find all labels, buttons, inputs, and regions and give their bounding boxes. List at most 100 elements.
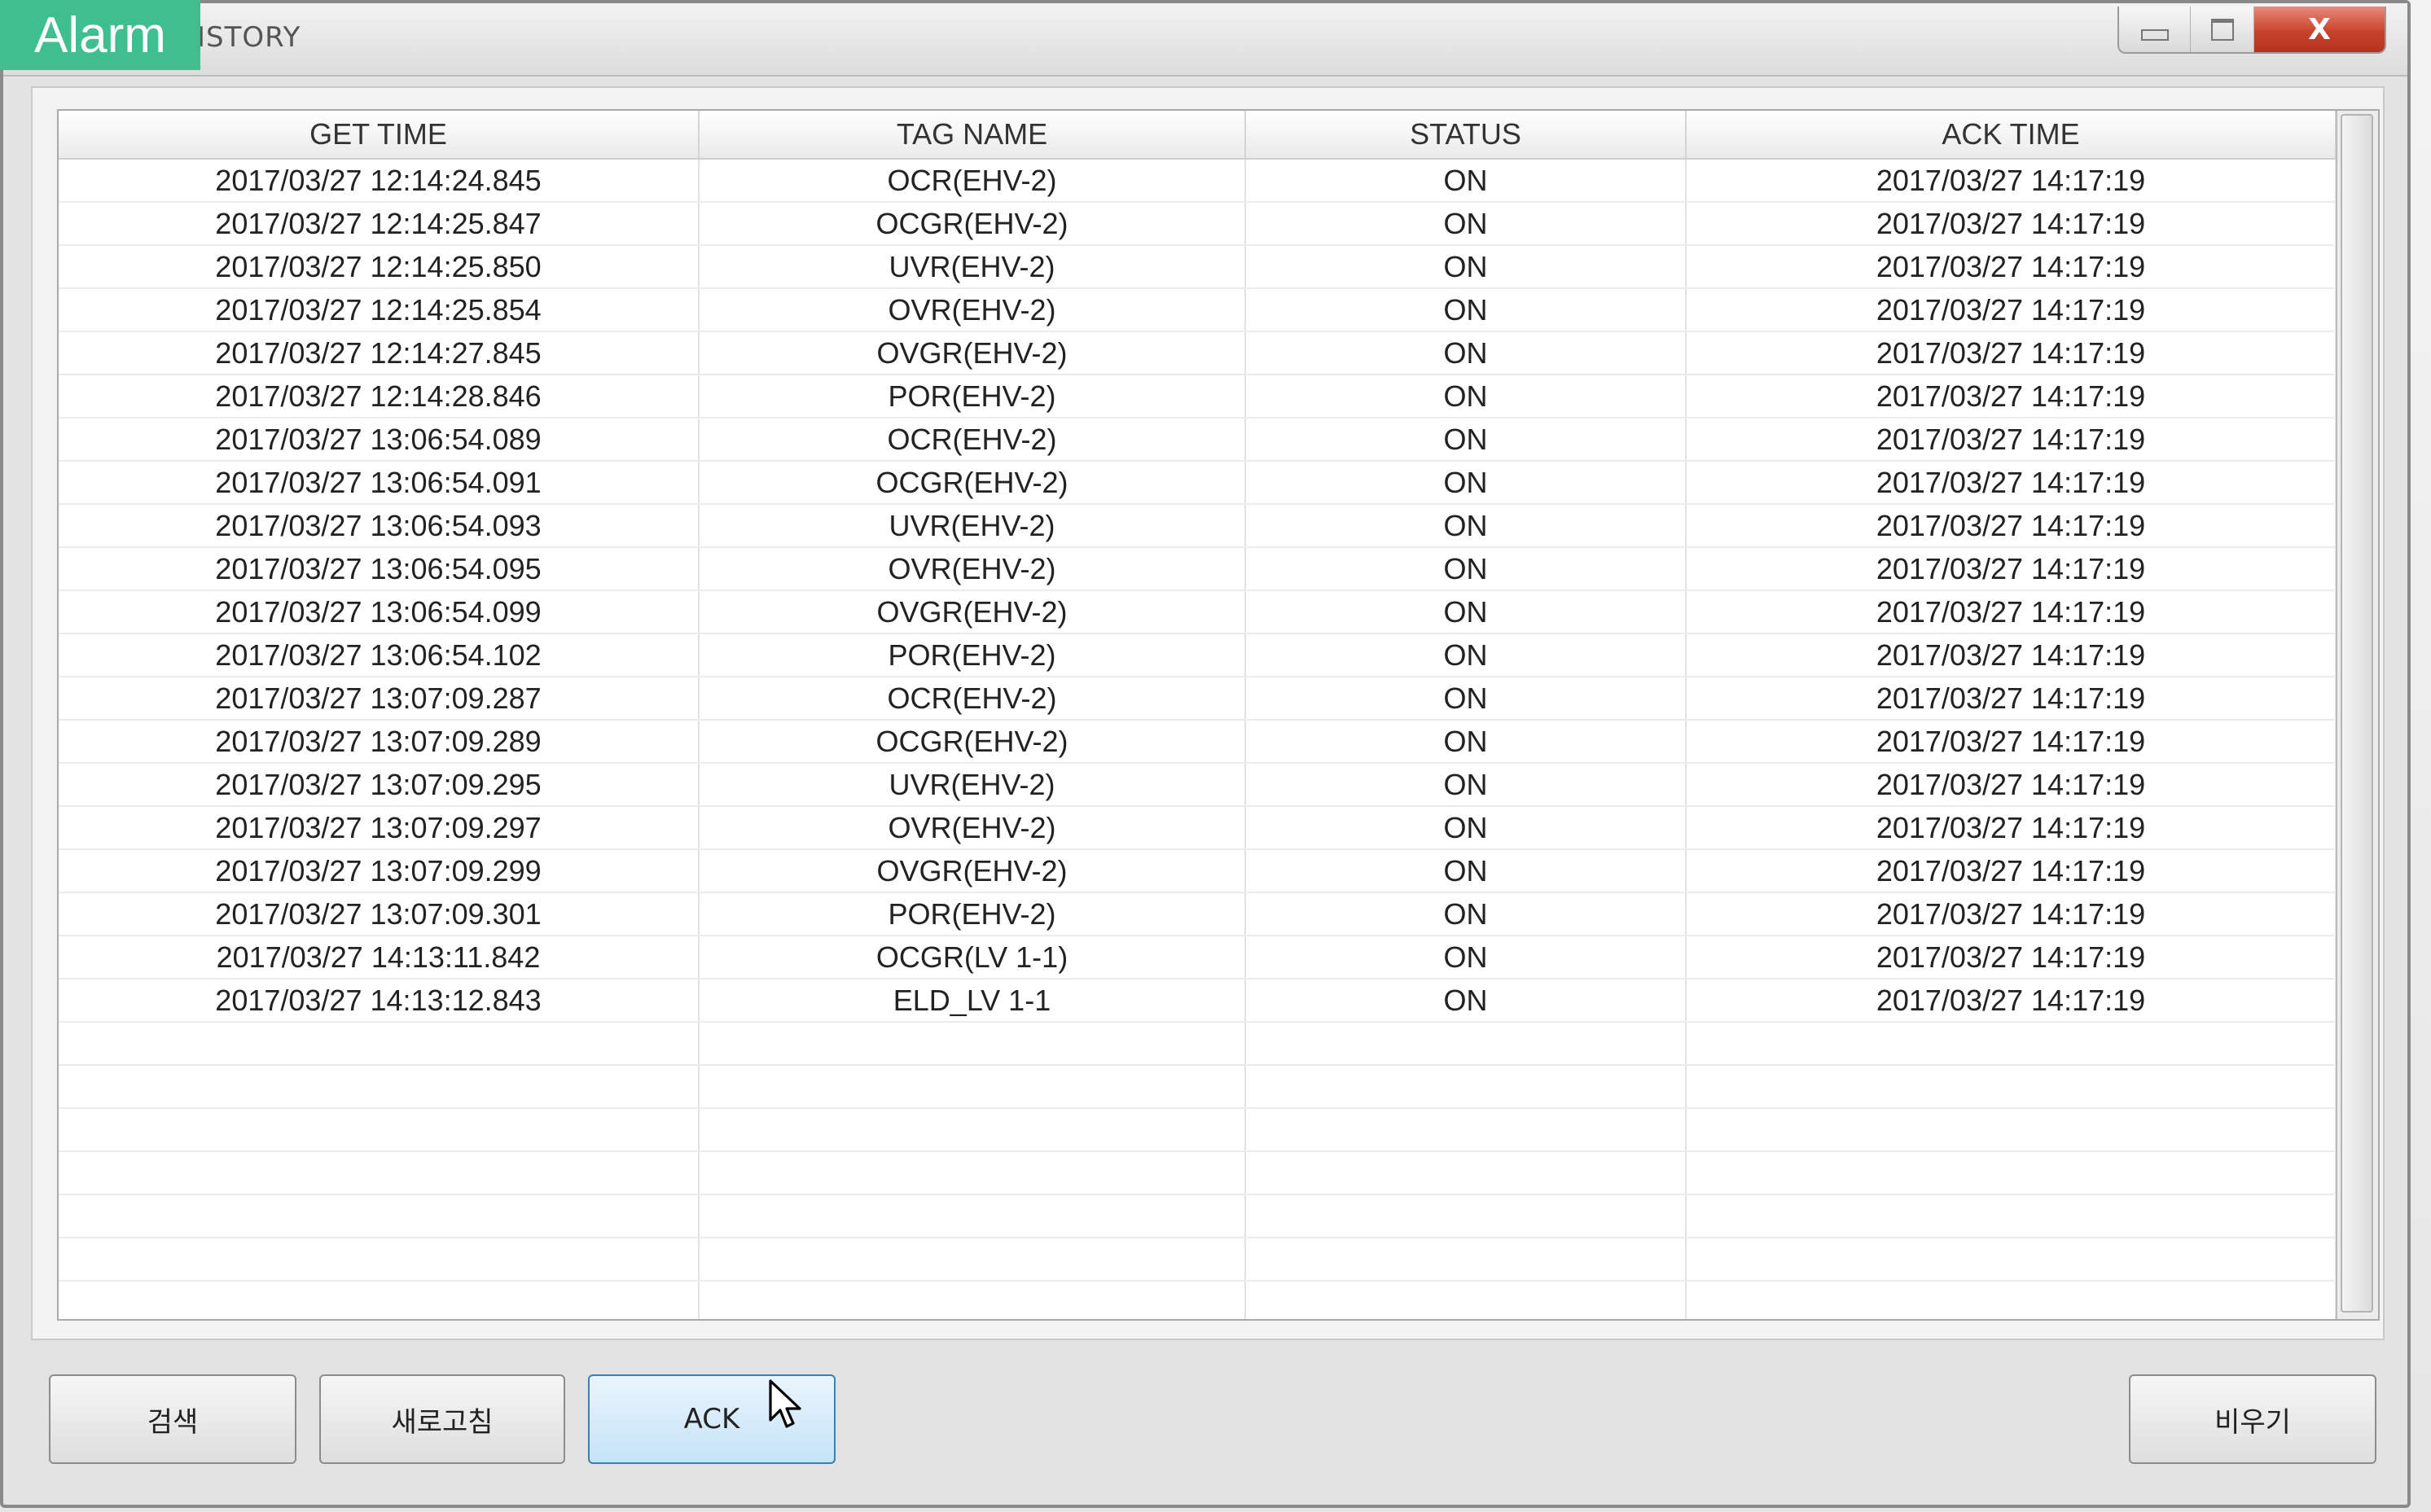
empty-cell xyxy=(59,1022,700,1066)
alarm-table: GET TIME TAG NAME STATUS ACK TIME 2017/0… xyxy=(59,111,2337,1319)
status-cell: ON xyxy=(1245,763,1687,807)
empty-cell xyxy=(1245,1281,1687,1319)
empty-cell xyxy=(1245,1065,1687,1109)
empty-cell xyxy=(1245,1238,1687,1282)
empty-cell xyxy=(59,1065,700,1109)
empty-table-row xyxy=(59,1238,2337,1282)
get-time-cell: 2017/03/27 13:07:09.297 xyxy=(59,806,700,850)
table-row[interactable]: 2017/03/27 14:13:11.842 OCGR(LV 1-1) ON 201… xyxy=(59,936,2337,980)
status-cell: ON xyxy=(1245,159,1687,203)
empty-cell xyxy=(59,1238,700,1282)
table-row[interactable]: 2017/03/27 12:14:28.846 POR(EHV-2) ON 2017/… xyxy=(59,375,2337,419)
tag-name-cell: OVR(EHV-2) xyxy=(699,806,1246,850)
window-title: ISTORY xyxy=(197,21,301,54)
minimize-icon xyxy=(2140,29,2169,41)
table-row[interactable]: 2017/03/27 13:07:09.299 OVGR(EHV-2) ON 2017… xyxy=(59,849,2337,893)
table-row[interactable]: 2017/03/27 13:07:09.287 OCR(EHV-2) ON 2017/… xyxy=(59,677,2337,721)
table-row[interactable]: 2017/03/27 12:14:24.845 OCR(EHV-2) ON 2017/… xyxy=(59,159,2337,203)
get-time-cell: 2017/03/27 13:06:54.093 xyxy=(59,504,700,548)
empty-table-row xyxy=(59,1281,2337,1319)
title-bar[interactable]: ISTORY X xyxy=(3,3,2407,77)
status-cell: ON xyxy=(1245,202,1687,246)
table-row[interactable]: 2017/03/27 13:07:09.297 OVR(EHV-2) ON 2017/… xyxy=(59,806,2337,850)
status-cell: ON xyxy=(1245,806,1687,850)
table-row[interactable]: 2017/03/27 13:07:09.289 OCGR(EHV-2) ON 2017… xyxy=(59,720,2337,764)
minimize-button[interactable] xyxy=(2119,7,2191,52)
ack-time-cell: 2017/03/27 14:17:19 xyxy=(1686,677,2337,721)
column-header-status[interactable]: STATUS xyxy=(1245,111,1687,160)
column-header-ack-time[interactable]: ACK TIME xyxy=(1686,111,2337,160)
empty-cell xyxy=(59,1108,700,1152)
ack-time-cell: 2017/03/27 14:17:19 xyxy=(1686,461,2337,505)
ack-time-cell: 2017/03/27 14:17:19 xyxy=(1686,590,2337,634)
refresh-button[interactable]: 새로고침 xyxy=(319,1374,565,1464)
empty-table-row xyxy=(59,1151,2337,1195)
empty-cell xyxy=(1686,1022,2337,1066)
clear-button[interactable]: 비우기 xyxy=(2129,1374,2376,1464)
mouse-cursor-icon xyxy=(769,1379,801,1428)
table-row[interactable]: 2017/03/27 12:14:25.854 OVR(EHV-2) ON 2017/… xyxy=(59,288,2337,332)
tag-name-cell: OVR(EHV-2) xyxy=(699,547,1246,591)
table-row[interactable]: 2017/03/27 13:06:54.091 OCGR(EHV-2) ON 2017… xyxy=(59,461,2337,505)
get-time-cell: 2017/03/27 13:06:54.102 xyxy=(59,633,700,677)
ack-time-cell: 2017/03/27 14:17:19 xyxy=(1686,245,2337,289)
ack-time-cell: 2017/03/27 14:17:19 xyxy=(1686,288,2337,332)
table-row[interactable]: 2017/03/27 13:06:54.102 POR(EHV-2) ON 2017/… xyxy=(59,633,2337,677)
tag-name-cell: POR(EHV-2) xyxy=(699,892,1246,936)
table-row[interactable]: 2017/03/27 14:13:12.843 ELD_LV 1-1 ON 2017/… xyxy=(59,979,2337,1023)
window-controls: X xyxy=(2117,7,2386,54)
get-time-cell: 2017/03/27 13:07:09.289 xyxy=(59,720,700,764)
ack-time-cell: 2017/03/27 14:17:19 xyxy=(1686,504,2337,548)
empty-cell xyxy=(1686,1238,2337,1282)
empty-cell xyxy=(1686,1194,2337,1238)
tag-name-cell: OCGR(LV 1-1) xyxy=(699,936,1246,980)
get-time-cell: 2017/03/27 12:14:27.845 xyxy=(59,331,700,375)
get-time-cell: 2017/03/27 13:06:54.099 xyxy=(59,590,700,634)
tag-name-cell: OVGR(EHV-2) xyxy=(699,590,1246,634)
close-button[interactable]: X xyxy=(2254,7,2385,52)
table-row[interactable]: 2017/03/27 13:06:54.089 OCR(EHV-2) ON 2017/… xyxy=(59,418,2337,462)
tag-name-cell: OCR(EHV-2) xyxy=(699,159,1246,203)
maximize-button[interactable] xyxy=(2191,7,2254,52)
column-header-tag-name[interactable]: TAG NAME xyxy=(699,111,1246,160)
content-panel: GET TIME TAG NAME STATUS ACK TIME 2017/0… xyxy=(31,86,2385,1340)
empty-cell xyxy=(699,1281,1246,1319)
get-time-cell: 2017/03/27 13:06:54.095 xyxy=(59,547,700,591)
status-cell: ON xyxy=(1245,849,1687,893)
empty-cell xyxy=(1245,1151,1687,1195)
get-time-cell: 2017/03/27 12:14:28.846 xyxy=(59,375,700,419)
table-row[interactable]: 2017/03/27 13:06:54.093 UVR(EHV-2) ON 2017/… xyxy=(59,504,2337,548)
table-row[interactable]: 2017/03/27 13:07:09.301 POR(EHV-2) ON 2017/… xyxy=(59,892,2337,936)
empty-cell xyxy=(1245,1194,1687,1238)
search-button[interactable]: 검색 xyxy=(49,1374,296,1464)
column-header-get-time[interactable]: GET TIME xyxy=(59,111,700,160)
ack-time-cell: 2017/03/27 14:17:19 xyxy=(1686,720,2337,764)
status-cell: ON xyxy=(1245,720,1687,764)
tag-name-cell: OCGR(EHV-2) xyxy=(699,461,1246,505)
tag-name-cell: UVR(EHV-2) xyxy=(699,763,1246,807)
get-time-cell: 2017/03/27 12:14:25.847 xyxy=(59,202,700,246)
get-time-cell: 2017/03/27 13:07:09.301 xyxy=(59,892,700,936)
get-time-cell: 2017/03/27 13:07:09.299 xyxy=(59,849,700,893)
table-header-row: GET TIME TAG NAME STATUS ACK TIME xyxy=(59,111,2337,160)
get-time-cell: 2017/03/27 13:06:54.089 xyxy=(59,418,700,462)
alarm-grid: GET TIME TAG NAME STATUS ACK TIME 2017/0… xyxy=(57,109,2380,1321)
close-icon: X xyxy=(2308,12,2331,46)
status-cell: ON xyxy=(1245,461,1687,505)
status-cell: ON xyxy=(1245,677,1687,721)
get-time-cell: 2017/03/27 12:14:24.845 xyxy=(59,159,700,203)
ack-time-cell: 2017/03/27 14:17:19 xyxy=(1686,849,2337,893)
ack-time-cell: 2017/03/27 14:17:19 xyxy=(1686,763,2337,807)
table-row[interactable]: 2017/03/27 12:14:25.850 UVR(EHV-2) ON 2017/… xyxy=(59,245,2337,289)
tag-name-cell: ELD_LV 1-1 xyxy=(699,979,1246,1023)
table-row[interactable]: 2017/03/27 12:14:27.845 OVGR(EHV-2) ON 2017… xyxy=(59,331,2337,375)
table-row[interactable]: 2017/03/27 13:06:54.099 OVGR(EHV-2) ON 2017… xyxy=(59,590,2337,634)
tag-name-cell: OCR(EHV-2) xyxy=(699,677,1246,721)
empty-cell xyxy=(699,1194,1246,1238)
get-time-cell: 2017/03/27 14:13:11.842 xyxy=(59,936,700,980)
table-row[interactable]: 2017/03/27 13:07:09.295 UVR(EHV-2) ON 2017/… xyxy=(59,763,2337,807)
table-row[interactable]: 2017/03/27 12:14:25.847 OCGR(EHV-2) ON 2017… xyxy=(59,202,2337,246)
table-row[interactable]: 2017/03/27 13:06:54.095 OVR(EHV-2) ON 2017/… xyxy=(59,547,2337,591)
scrollbar-thumb[interactable] xyxy=(2341,114,2373,1313)
vertical-scrollbar[interactable] xyxy=(2336,111,2378,1319)
